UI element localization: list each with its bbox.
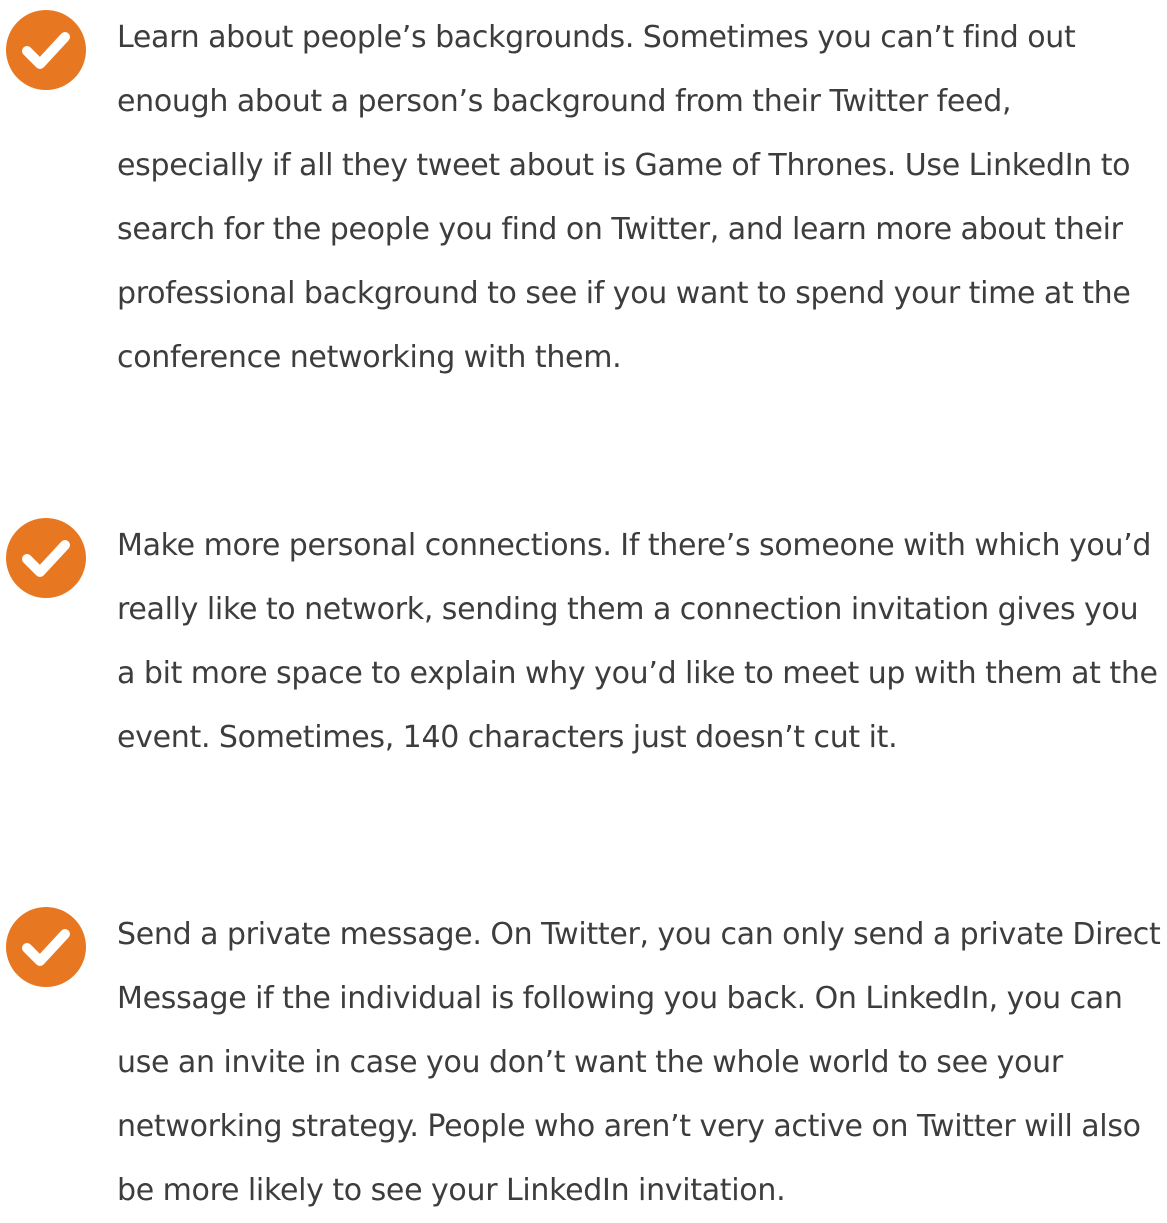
- tip-text: Send a private message. On Twitter, you …: [117, 917, 1161, 1208]
- check-circle-icon: [6, 518, 86, 598]
- check-circle-icon: [6, 10, 86, 90]
- check-circle-icon: [6, 907, 86, 987]
- tip-text: Learn about people’s backgrounds. Someti…: [117, 20, 1131, 375]
- tip-text: Make more personal connections. If there…: [117, 528, 1158, 755]
